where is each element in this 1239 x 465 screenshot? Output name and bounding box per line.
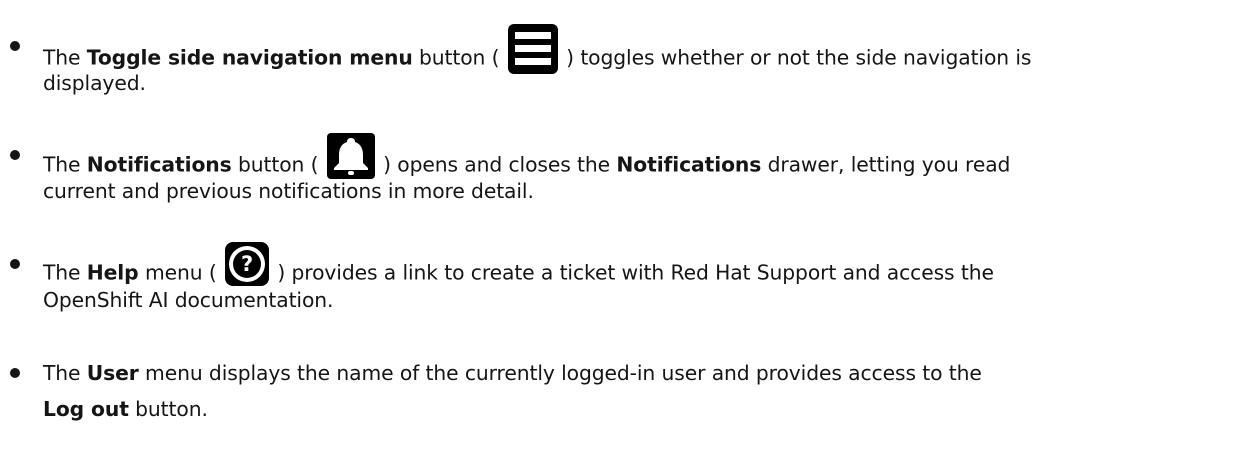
term-log-out: Log out [43, 397, 129, 421]
bullet-icon [10, 150, 20, 160]
term-user: User [86, 361, 139, 385]
item-line-2: OpenShift AI documentation. [43, 288, 334, 312]
item-line-2: Log out button. [43, 397, 208, 421]
help-icon: ? [225, 242, 269, 286]
bullet-icon [10, 259, 20, 269]
bullet-list: The Toggle side navigation menu button (… [0, 0, 1239, 465]
item-line-2: displayed. [43, 71, 146, 95]
term-toggle-side-navigation-menu: Toggle side navigation menu [86, 45, 413, 70]
item-line-2: current and previous notifications in mo… [43, 179, 534, 203]
bell-icon [326, 133, 375, 179]
item-line-1: The User menu displays the name of the c… [43, 361, 982, 385]
term-notifications-drawer: Notifications [616, 152, 762, 177]
menu-icon [507, 24, 558, 74]
item-line-1: The Toggle side navigation menu button (… [43, 24, 1031, 84]
term-help: Help [86, 260, 139, 285]
bullet-icon [10, 41, 20, 51]
term-notifications: Notifications [86, 152, 232, 177]
bullet-icon [10, 368, 20, 378]
